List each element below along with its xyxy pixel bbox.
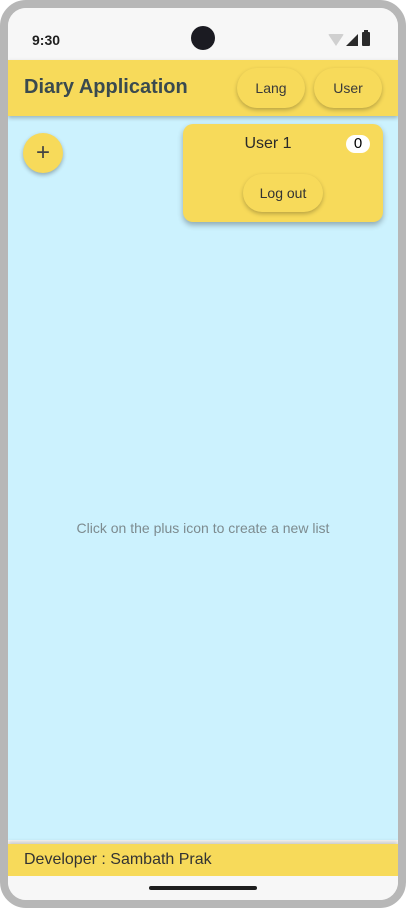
add-list-button[interactable]: +	[23, 133, 63, 173]
plus-icon: +	[35, 139, 50, 166]
user-button[interactable]: User	[314, 68, 382, 108]
app-bar: Diary Application Lang User	[8, 60, 398, 116]
system-icons	[326, 30, 382, 48]
empty-state-message: Click on the plus icon to create a new l…	[76, 520, 330, 536]
camera-cutout	[191, 26, 215, 50]
app-title: Diary Application	[24, 76, 188, 98]
home-indicator[interactable]	[149, 886, 257, 890]
lang-button[interactable]: Lang	[237, 68, 305, 108]
main-content: + User 1 0 Log out Click on the plus ico…	[8, 116, 398, 840]
signal-icon	[346, 34, 358, 46]
user-name: User 1	[244, 135, 292, 152]
status-time: 9:30	[32, 32, 61, 48]
user-menu-panel: User 1 0 Log out	[183, 124, 383, 222]
device-frame: 9:30 Diary Application Lang User + User …	[0, 0, 406, 908]
navigation-bar	[8, 876, 398, 900]
wifi-icon	[328, 34, 344, 46]
count-badge: 0	[346, 135, 370, 153]
footer: Developer : Sambath Prak	[8, 844, 398, 876]
battery-icon	[362, 30, 370, 46]
developer-credit: Developer : Sambath Prak	[24, 851, 212, 868]
status-bar: 9:30	[8, 8, 398, 60]
logout-button[interactable]: Log out	[243, 174, 323, 212]
